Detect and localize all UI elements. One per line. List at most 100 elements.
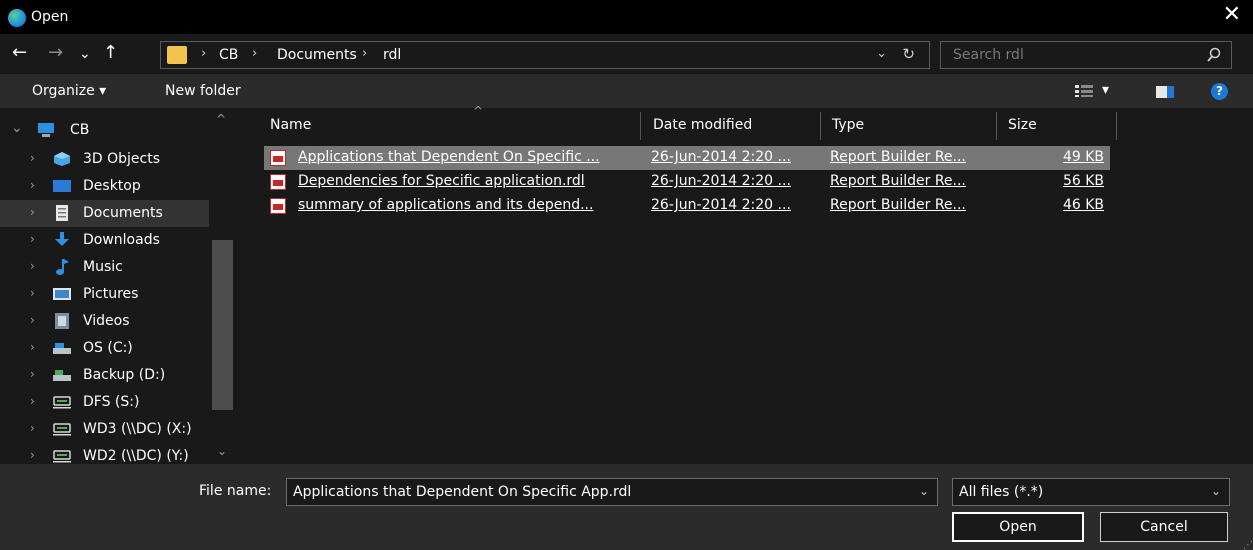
back-button[interactable]: ← (12, 42, 27, 64)
breadcrumb-separator: › (201, 46, 207, 61)
window-title: Open (31, 9, 69, 25)
sidebar-item-label: WD3 (\\DC) (X:) (83, 421, 192, 437)
chevron-right-icon[interactable]: › (30, 286, 35, 300)
sidebar-scrollbar-thumb[interactable] (212, 240, 233, 410)
file-row[interactable]: Applications that Dependent On Specific … (264, 146, 1110, 170)
chevron-right-icon[interactable]: › (30, 340, 35, 354)
help-icon[interactable]: ? (1211, 83, 1228, 100)
column-divider[interactable] (820, 112, 821, 140)
report-file-icon (270, 150, 286, 166)
chevron-right-icon[interactable]: › (30, 178, 35, 192)
sidebar-item-label: Downloads (83, 232, 160, 248)
breadcrumb-cb[interactable]: CB (219, 47, 238, 63)
column-divider[interactable] (640, 112, 641, 140)
cancel-button[interactable]: Cancel (1100, 512, 1228, 542)
sidebar-item-desktop[interactable]: › Desktop (0, 173, 209, 200)
sidebar-item-backup-d[interactable]: › Backup (D:) (0, 362, 209, 389)
file-row[interactable]: summary of applications and its depend..… (264, 194, 1110, 218)
file-type: Report Builder Re... (830, 173, 966, 189)
preview-pane-icon[interactable] (1156, 86, 1174, 98)
title-bar: Open ✕ (0, 0, 1253, 34)
file-row[interactable]: Dependencies for Specific application.rd… (264, 170, 1110, 194)
sidebar-item-3d-objects[interactable]: › 3D Objects (0, 146, 209, 173)
search-icon[interactable] (1207, 47, 1221, 63)
chevron-right-icon[interactable]: › (30, 421, 35, 435)
sidebar-item-label: Desktop (83, 178, 141, 194)
chevron-down-icon[interactable]: ⌄ (1211, 484, 1221, 498)
file-type-value: All files (*.*) (959, 484, 1044, 500)
organize-button[interactable]: Organize ▾ (32, 83, 106, 99)
breadcrumb-documents[interactable]: Documents (277, 47, 357, 63)
column-header-name[interactable]: Name ^ (264, 104, 640, 144)
chevron-right-icon[interactable]: › (30, 394, 35, 408)
chevron-right-icon[interactable]: › (30, 151, 35, 165)
sidebar-item-label: Backup (D:) (83, 367, 166, 383)
sidebar-item-dfs-s[interactable]: › DFS (S:) (0, 389, 209, 416)
file-size: 56 KB (1062, 173, 1104, 189)
chevron-right-icon[interactable]: › (30, 205, 35, 219)
chevron-down-icon[interactable]: ⌄ (11, 120, 23, 136)
sidebar-item-label: Pictures (83, 286, 139, 302)
chevron-right-icon[interactable]: › (30, 313, 35, 327)
breadcrumb-rdl[interactable]: rdl (383, 47, 401, 63)
chevron-down-icon[interactable]: ⌄ (919, 484, 929, 498)
file-name-field[interactable]: Applications that Dependent On Specific … (286, 478, 938, 506)
sidebar-item-music[interactable]: › Music (0, 254, 209, 281)
view-options-icon[interactable] (1075, 85, 1093, 97)
refresh-icon[interactable]: ↻ (902, 45, 915, 63)
file-name[interactable]: Dependencies for Specific application.rd… (298, 173, 585, 189)
file-type: Report Builder Re... (830, 149, 966, 165)
scroll-up-icon[interactable]: ^ (216, 112, 226, 126)
column-header-type[interactable]: Type (826, 108, 996, 144)
column-header-date-modified[interactable]: Date modified (647, 108, 820, 144)
report-file-icon (270, 174, 286, 190)
breadcrumb-separator: › (362, 46, 368, 61)
column-header-label: Size (1008, 117, 1037, 133)
chevron-right-icon[interactable]: › (30, 259, 35, 273)
file-name[interactable]: summary of applications and its depend..… (298, 197, 593, 213)
column-header-size[interactable]: Size (1002, 108, 1116, 144)
view-dropdown-icon[interactable]: ▾ (1102, 82, 1109, 98)
dialog-footer: File name: Applications that Dependent O… (0, 464, 1253, 550)
sidebar-item-wd3-x[interactable]: › WD3 (\\DC) (X:) (0, 416, 209, 443)
chevron-right-icon[interactable]: › (30, 232, 35, 246)
edge-icon (8, 9, 26, 27)
breadcrumb-separator: › (252, 46, 258, 61)
column-divider[interactable] (996, 112, 997, 140)
file-name-label: File name: (199, 483, 272, 499)
up-button[interactable]: ↑ (103, 42, 118, 64)
open-button[interactable]: Open (952, 512, 1084, 542)
sidebar-item-downloads[interactable]: › Downloads (0, 227, 209, 254)
sidebar-item-wd2-y[interactable]: › WD2 (\\DC) (Y:) (0, 443, 209, 464)
network-drive-icon (53, 423, 71, 436)
address-bar[interactable]: › CB › Documents › rdl ⌄ ↻ (160, 41, 930, 69)
toolbar: Organize ▾ New folder ▾ ? (0, 74, 1253, 108)
recent-locations-button[interactable]: ⌄ (79, 43, 91, 65)
sidebar-item-label: 3D Objects (83, 151, 161, 167)
navigation-pane: ⌄ CB › 3D Objects › Desktop › Documents … (0, 108, 234, 464)
file-name[interactable]: Applications that Dependent On Specific … (298, 149, 600, 165)
scroll-down-icon[interactable]: ⌄ (217, 444, 227, 458)
forward-button[interactable]: → (48, 42, 63, 64)
file-date: 26-Jun-2014 2:20 ... (651, 173, 791, 189)
folder-icon (167, 46, 187, 64)
resize-grip-icon[interactable]: ⋰ (1243, 540, 1253, 550)
sidebar-item-documents[interactable]: › Documents (0, 200, 209, 227)
sidebar-item-os-c[interactable]: › OS (C:) (0, 335, 209, 362)
sidebar-item-cb[interactable]: ⌄ CB (0, 117, 209, 144)
file-type-select[interactable]: All files (*.*) ⌄ (952, 478, 1230, 506)
sidebar-item-label: Videos (83, 313, 130, 329)
chevron-right-icon[interactable]: › (30, 367, 35, 381)
new-folder-button[interactable]: New folder (165, 83, 241, 99)
sidebar-item-pictures[interactable]: › Pictures (0, 281, 209, 308)
address-dropdown-icon[interactable]: ⌄ (876, 46, 887, 61)
sort-ascending-icon: ^ (473, 104, 484, 118)
chevron-right-icon[interactable]: › (30, 448, 35, 462)
close-icon[interactable]: ✕ (1223, 2, 1241, 28)
column-divider[interactable] (1116, 112, 1117, 140)
search-input[interactable]: Search rdl (940, 41, 1232, 69)
file-size: 46 KB (1062, 197, 1104, 213)
drive-icon (53, 370, 71, 381)
sidebar-item-videos[interactable]: › Videos (0, 308, 209, 335)
sidebar-item-label: OS (C:) (83, 340, 133, 356)
